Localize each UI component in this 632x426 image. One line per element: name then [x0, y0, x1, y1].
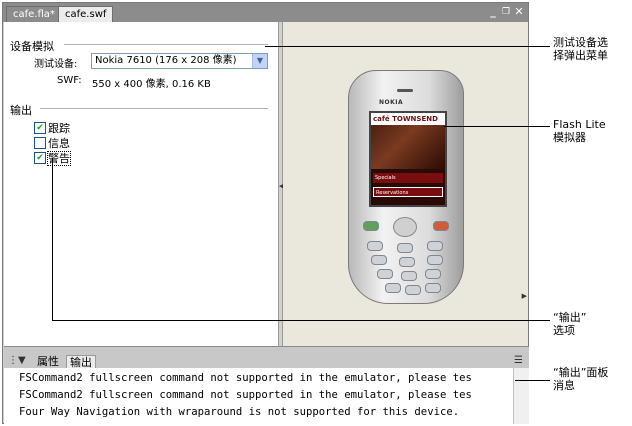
callout-flash-lite: Flash Lite 模拟器 — [553, 118, 606, 144]
callout-text: 择弹出菜单 — [553, 49, 608, 62]
phone-key[interactable] — [405, 285, 421, 295]
phone-navigation-key[interactable] — [393, 217, 417, 237]
phone-key[interactable] — [425, 269, 441, 279]
callout-output-messages: “输出”面板 消息 — [553, 366, 608, 392]
screen-title: café TOWNSEND — [371, 113, 445, 125]
trace-label: 跟踪 — [48, 122, 70, 135]
phone-key[interactable] — [401, 271, 417, 281]
tab-output[interactable]: 输出 — [66, 355, 96, 369]
callout-line — [444, 126, 550, 127]
phone-brand: NOKIA — [379, 99, 404, 106]
checkbox-checked-icon[interactable]: ✔ — [34, 152, 46, 164]
test-device-value: Nokia 7610 (176 x 208 像素) — [95, 55, 237, 66]
output-section-title: 输出 — [10, 104, 32, 117]
callout-text: Flash Lite — [553, 118, 606, 131]
close-icon[interactable]: ✕ — [513, 6, 525, 18]
info-label: 信息 — [48, 137, 70, 150]
swf-label: SWF: — [57, 75, 82, 86]
callout-line — [52, 320, 550, 321]
screenshot: cafe.fla* cafe.swf _ ❐ ✕ 设备模拟 测试设备: Noki… — [0, 0, 632, 426]
phone-screen: café TOWNSEND Specials Reservations — [369, 111, 447, 207]
chevron-down-icon[interactable]: ▼ — [252, 54, 267, 68]
screen-photo — [371, 125, 445, 169]
callout-text: 消息 — [553, 379, 575, 392]
phone-key[interactable] — [399, 257, 415, 267]
tab-properties[interactable]: 属性 — [34, 355, 62, 368]
checkbox-checked-icon[interactable]: ✔ — [34, 122, 46, 134]
phone-key[interactable] — [377, 269, 393, 279]
output-line: FSCommand2 fullscreen command not suppor… — [19, 389, 472, 401]
menu-item-specials[interactable]: Specials — [373, 173, 443, 183]
callout-text: 选项 — [553, 324, 575, 337]
expand-right-icon[interactable]: ▶ — [522, 292, 527, 300]
phone-key[interactable] — [427, 255, 443, 265]
test-device-select[interactable]: Nokia 7610 (176 x 208 像素) ▼ — [91, 53, 268, 69]
swf-info: 550 x 400 像素, 0.16 KB — [92, 79, 211, 90]
callout-text: “输出”面板 — [553, 366, 609, 379]
phone-end-key[interactable] — [433, 221, 449, 231]
section-divider — [40, 108, 268, 109]
minimize-icon[interactable]: _ — [487, 6, 499, 18]
tab-cafe-swf[interactable]: cafe.swf — [58, 6, 114, 22]
settings-panel: 设备模拟 测试设备: Nokia 7610 (176 x 208 像素) ▼ S… — [4, 22, 278, 346]
phone-key[interactable] — [371, 255, 387, 265]
phone-speaker — [397, 89, 413, 92]
document-tab-bar: cafe.fla* cafe.swf _ ❐ ✕ — [3, 3, 528, 22]
emulator-window: cafe.fla* cafe.swf _ ❐ ✕ 设备模拟 测试设备: Noki… — [2, 2, 529, 424]
phone-key[interactable] — [425, 283, 441, 293]
callout-device-menu: 测试设备选 择弹出菜单 — [553, 36, 608, 62]
phone-key[interactable] — [397, 243, 413, 253]
callout-line — [52, 158, 53, 320]
callout-line — [265, 46, 550, 47]
menu-item-reservations[interactable]: Reservations — [373, 187, 443, 197]
callout-output-options: “输出” 选项 — [553, 311, 586, 337]
emulator-stage: NOKIA café TOWNSEND Specials Reservation… — [283, 22, 528, 346]
drag-handle-icon[interactable]: ⋮▼ — [8, 355, 26, 366]
section-divider — [64, 44, 268, 45]
tab-cafe-fla[interactable]: cafe.fla* — [6, 6, 62, 22]
callout-text: “输出” — [553, 311, 587, 324]
phone-call-key[interactable] — [363, 221, 379, 231]
restore-icon[interactable]: ❐ — [500, 6, 512, 18]
phone-emulator: NOKIA café TOWNSEND Specials Reservation… — [348, 70, 464, 304]
phone-key[interactable] — [427, 241, 443, 251]
callout-text: 模拟器 — [553, 131, 586, 144]
output-scrollbar[interactable] — [513, 368, 529, 424]
output-line: FSCommand2 fullscreen command not suppor… — [19, 372, 472, 384]
output-line: Four Way Navigation with wraparound is n… — [19, 406, 460, 418]
panel-menu-icon[interactable]: ☰ — [514, 355, 523, 366]
checkbox-unchecked-icon[interactable] — [34, 137, 46, 149]
output-panel-body: FSCommand2 fullscreen command not suppor… — [4, 368, 529, 424]
phone-key[interactable] — [385, 283, 401, 293]
callout-line — [515, 380, 550, 381]
phone-key[interactable] — [367, 241, 383, 251]
device-section-title: 设备模拟 — [10, 40, 54, 53]
output-panel-header: ⋮▼ 属性 输出 ☰ — [4, 346, 529, 369]
callout-text: 测试设备选 — [553, 36, 608, 49]
test-device-label: 测试设备: — [34, 59, 78, 70]
